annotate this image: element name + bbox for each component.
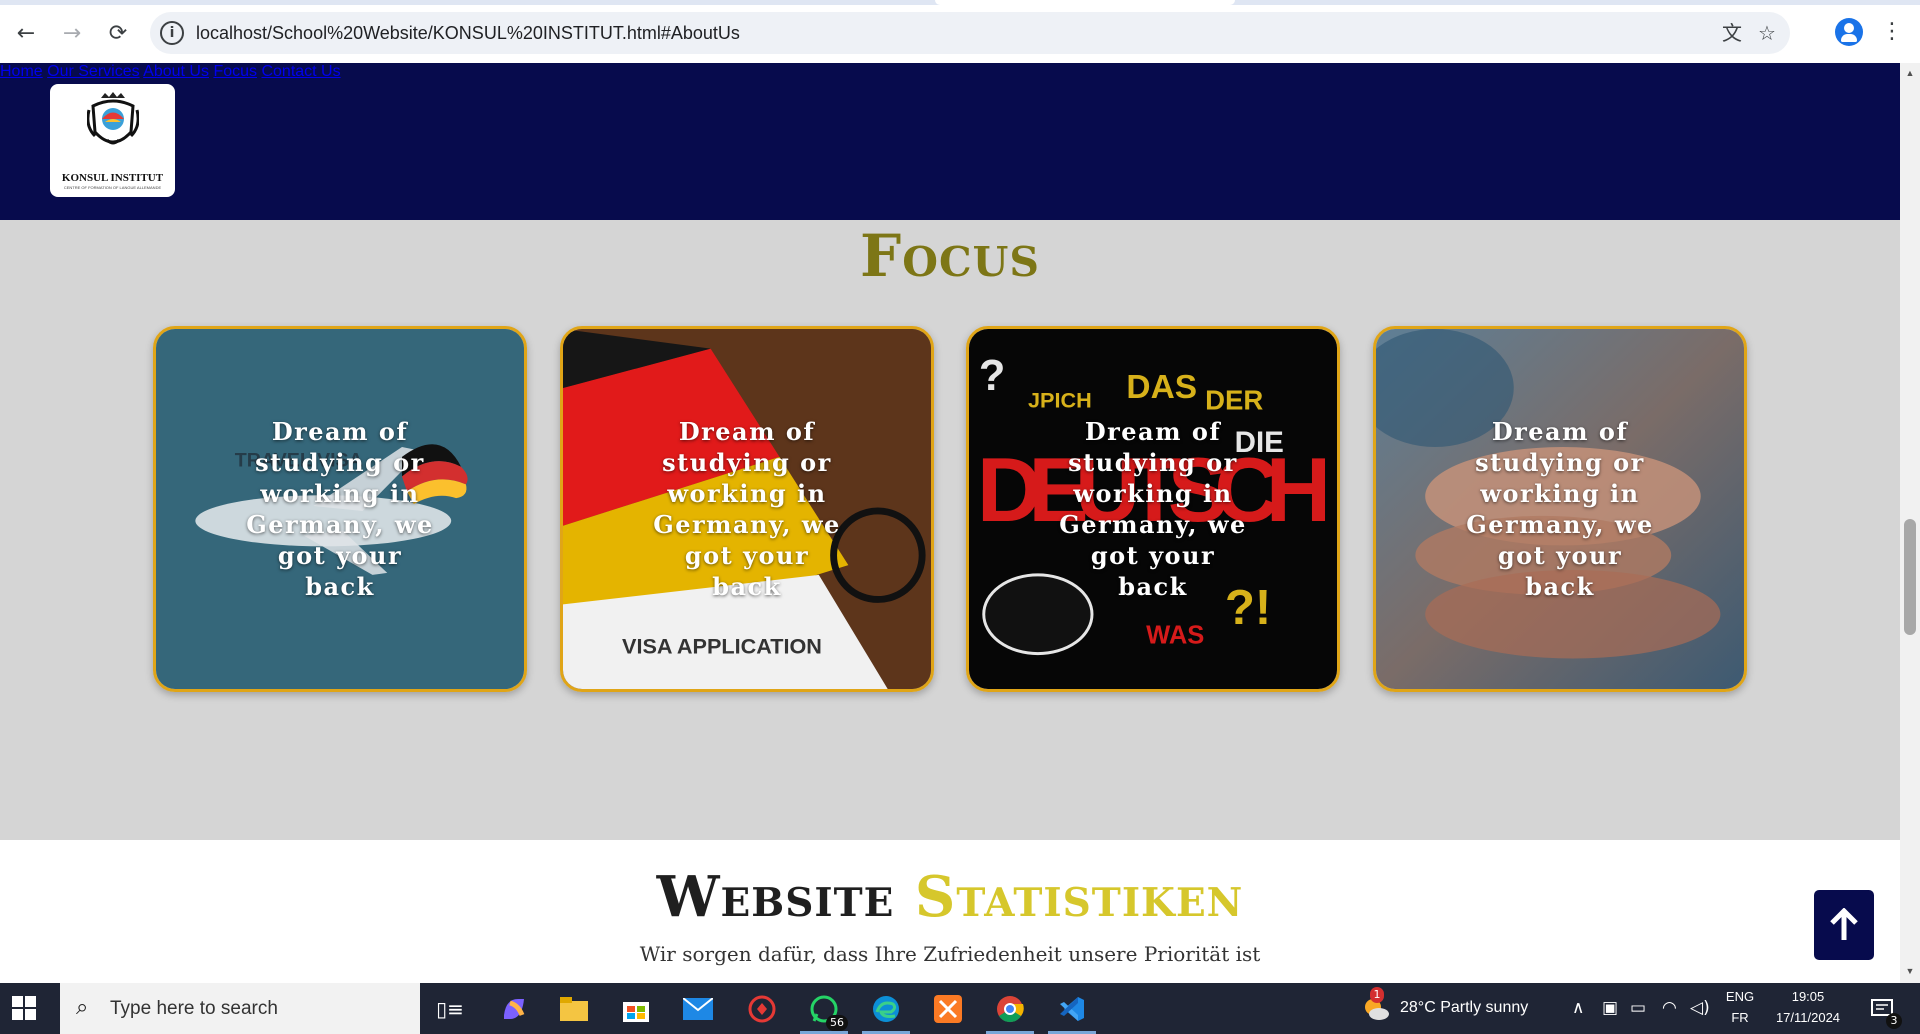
main-nav: Home Our Services About Us Focus Contact… [0, 63, 1900, 81]
weather-icon[interactable]: 1 [1358, 987, 1394, 1027]
whatsapp-badge: 56 [826, 1015, 848, 1031]
weather-text[interactable]: 28°C Partly sunny [1400, 999, 1528, 1017]
chrome-icon[interactable] [986, 991, 1034, 1034]
logo-text: KONSUL INSTITUT [61, 172, 164, 184]
logo-subtext: CENTRE OF FORMATION OF LANGUE ALLEMANDE [63, 185, 162, 190]
focus-title: Focus [860, 222, 1040, 290]
weather-badge: 1 [1370, 987, 1384, 1003]
back-to-top-button[interactable] [1814, 890, 1874, 960]
browser-toolbar: ← → ⟳ i localhost/School%20Website/KONSU… [0, 0, 1920, 63]
stats-subtitle: Wir sorgen dafür, dass Ihre Zufriedenhei… [639, 942, 1261, 966]
tab-strip [0, 0, 1920, 5]
reload-icon[interactable]: ⟳ [100, 15, 136, 51]
arrow-up-icon [1830, 908, 1858, 940]
meet-now-icon[interactable]: ▣ [1602, 998, 1618, 1018]
windows-start-icon[interactable] [12, 996, 36, 1020]
chevron-up-icon[interactable]: ∧ [1572, 998, 1584, 1018]
forward-icon[interactable]: → [54, 15, 90, 51]
profile-avatar-icon[interactable] [1835, 18, 1863, 46]
focus-card-caption: Dream of studying or working in Germany,… [246, 417, 434, 601]
focus-card-travel[interactable]: TRAVEL VISA Dream of studying or working… [153, 326, 527, 692]
crest-emblem-icon [87, 92, 139, 145]
clock-date[interactable]: 17/11/2024 [1766, 1010, 1850, 1025]
nav-contact-us[interactable]: Contact Us [261, 63, 340, 80]
address-bar[interactable]: i localhost/School%20Website/KONSUL%20IN… [150, 12, 1790, 54]
nav-about-us[interactable]: About Us [143, 63, 209, 80]
windows-taskbar: ⌕ Type here to search ▯≡ 56 1 28°C Partl… [0, 983, 1920, 1034]
wifi-icon[interactable]: ◠ [1662, 998, 1677, 1018]
page-scrollbar[interactable]: ▲ ▼ [1900, 63, 1920, 983]
bookmark-star-icon[interactable]: ☆ [1755, 21, 1779, 45]
volume-icon[interactable]: ◁) [1690, 998, 1710, 1018]
taskbar-search-input[interactable]: Type here to search [110, 998, 278, 1020]
app-red-icon[interactable] [744, 991, 780, 1027]
nav-focus[interactable]: Focus [213, 63, 257, 80]
whatsapp-icon[interactable]: 56 [800, 991, 848, 1034]
task-view-icon[interactable]: ▯≡ [432, 991, 468, 1027]
language-top[interactable]: ENG [1722, 989, 1758, 1004]
nav-home[interactable]: Home [0, 63, 43, 80]
stats-title: Website Statistiken [0, 864, 1900, 930]
file-explorer-icon[interactable] [556, 991, 592, 1027]
language-bottom[interactable]: FR [1722, 1010, 1758, 1025]
nav-our-services[interactable]: Our Services [47, 63, 139, 80]
stats-title-word2: Statistiken [914, 864, 1244, 930]
active-tab[interactable] [935, 0, 1235, 5]
edge-icon[interactable] [862, 991, 910, 1034]
focus-card-hands[interactable]: Dream of studying or working in Germany,… [1373, 326, 1747, 692]
scrollbar-thumb[interactable] [1904, 519, 1916, 635]
clock-time[interactable]: 19:05 [1768, 989, 1848, 1004]
site-info-icon[interactable]: i [160, 21, 184, 45]
copilot-icon[interactable] [496, 991, 532, 1027]
vscode-icon[interactable] [1048, 991, 1096, 1034]
mail-icon[interactable] [680, 991, 716, 1027]
stats-section: Website Statistiken Wir sorgen dafür, da… [0, 840, 1900, 983]
focus-card-caption: Dream of studying or working in Germany,… [1466, 417, 1654, 601]
battery-icon[interactable]: ▭ [1630, 998, 1646, 1018]
notification-count: 3 [1886, 1013, 1902, 1029]
site-logo[interactable]: KONSUL INSTITUT CENTRE OF FORMATION OF L… [50, 84, 175, 197]
microsoft-store-icon[interactable] [618, 991, 654, 1027]
focus-card-caption: Dream of studying or working in Germany,… [653, 417, 841, 601]
scroll-up-arrow-icon[interactable]: ▲ [1904, 67, 1916, 79]
browser-menu-icon[interactable]: ⋮ [1880, 18, 1904, 46]
focus-card-deutsch[interactable]: DEUTSCH ? DAS DER DIE JPICH ?! WAS Dream… [966, 326, 1340, 692]
back-icon[interactable]: ← [8, 15, 44, 51]
taskbar-search[interactable]: ⌕ Type here to search [60, 983, 420, 1034]
focus-card-caption: Dream of studying or working in Germany,… [1059, 417, 1247, 601]
focus-card-visa[interactable]: VISA APPLICATION Dream of studying or wo… [560, 326, 934, 692]
xampp-icon[interactable] [930, 991, 966, 1027]
stats-title-word1: Website [656, 864, 895, 930]
site-header: KONSUL INSTITUT CENTRE OF FORMATION OF L… [0, 63, 1900, 220]
translate-icon[interactable]: 文 [1720, 21, 1744, 45]
search-icon: ⌕ [76, 995, 89, 1020]
notifications-icon[interactable]: 3 [1864, 991, 1902, 1029]
url-text[interactable]: localhost/School%20Website/KONSUL%20INST… [196, 23, 740, 44]
scroll-down-arrow-icon[interactable]: ▼ [1904, 965, 1916, 977]
